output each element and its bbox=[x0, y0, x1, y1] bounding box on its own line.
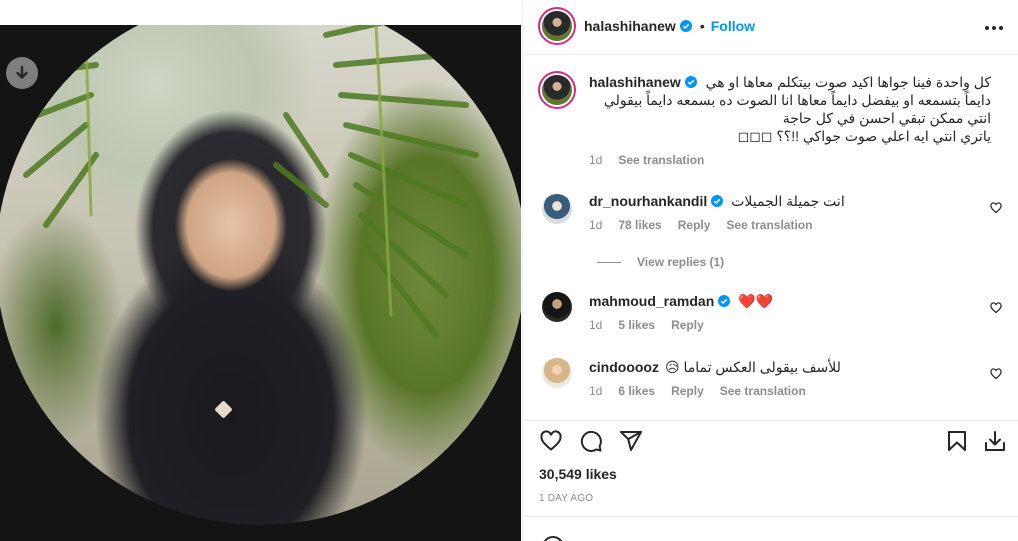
comment-username[interactable]: cindooooz bbox=[589, 358, 659, 376]
author-username[interactable]: halashihanew bbox=[584, 18, 676, 34]
comment-username[interactable]: dr_nourhankandil bbox=[589, 192, 707, 210]
commenter-avatar[interactable] bbox=[542, 292, 572, 322]
likes-count[interactable]: 30,549 likes bbox=[539, 466, 617, 482]
comment-meta: 1d 78 likes Reply See translation bbox=[589, 216, 991, 234]
post-panel: halashihanew • Follow halashihanew كل وا… bbox=[522, 0, 1018, 541]
caption-line-4: ياتري انتي ايه اعلي صوت جواكي !!؟؟ ◻◻◻ bbox=[737, 128, 991, 144]
caption-age: 1d bbox=[589, 153, 603, 167]
download-icon bbox=[16, 65, 28, 79]
comment-text: انت جميلة الجميلات bbox=[731, 193, 845, 209]
post-media[interactable] bbox=[0, 0, 521, 541]
comment-meta: 1d 6 likes Reply See translation bbox=[589, 382, 991, 400]
verified-icon bbox=[679, 20, 692, 32]
comment-like-icon[interactable] bbox=[990, 302, 1002, 314]
follow-button[interactable]: Follow bbox=[711, 18, 755, 34]
comment-age: 1d bbox=[589, 384, 603, 398]
view-replies-label[interactable]: View replies (1) bbox=[637, 255, 724, 269]
comment-like-icon[interactable] bbox=[990, 202, 1002, 214]
comment-text: للأسف بيقولى العكس تماما 😥 bbox=[665, 359, 841, 375]
more-options-button[interactable] bbox=[983, 17, 1005, 39]
comment-like-icon[interactable] bbox=[990, 368, 1002, 380]
reply-button[interactable]: Reply bbox=[678, 216, 711, 234]
download-button[interactable] bbox=[6, 57, 38, 89]
share-icon[interactable] bbox=[619, 429, 643, 453]
verified-icon bbox=[711, 195, 724, 207]
post-photo bbox=[0, 25, 521, 525]
author-avatar[interactable] bbox=[542, 11, 572, 41]
save-download-icon[interactable] bbox=[983, 429, 1007, 453]
verified-icon bbox=[684, 76, 697, 88]
media-frame bbox=[0, 25, 521, 541]
view-replies-button[interactable]: View replies (1) bbox=[597, 255, 724, 269]
comment-likes[interactable]: 5 likes bbox=[618, 316, 655, 334]
separator-dot: • bbox=[699, 18, 705, 34]
bookmark-icon[interactable] bbox=[945, 429, 969, 453]
heart-icon[interactable] bbox=[539, 429, 563, 453]
comment-icon[interactable] bbox=[579, 429, 603, 453]
comment-text: ❤️❤️ bbox=[738, 293, 774, 309]
comment-age: 1d bbox=[589, 318, 603, 332]
caption-avatar[interactable] bbox=[542, 75, 572, 105]
action-bar bbox=[523, 420, 1018, 460]
caption-line-3: انتي ممكن تبقي احسن في كل حاجة bbox=[782, 110, 991, 126]
comment-age: 1d bbox=[589, 218, 603, 232]
caption-line-1: كل واحدة فينا جواها اكيد صوت بيتكلم معاه… bbox=[705, 74, 991, 90]
comment-body: cindooooz للأسف بيقولى العكس تماما 😥 1d … bbox=[589, 358, 991, 400]
comment-username[interactable]: mahmoud_ramdan bbox=[589, 292, 714, 310]
see-translation-button[interactable]: See translation bbox=[618, 151, 704, 169]
comments-section: halashihanew كل واحدة فينا جواها اكيد صو… bbox=[523, 56, 1018, 420]
author-row: halashihanew • Follow bbox=[584, 18, 755, 34]
commenter-avatar[interactable] bbox=[542, 194, 572, 224]
comment-body: dr_nourhankandil انت جميلة الجميلات 1d 7… bbox=[589, 192, 991, 234]
comment-likes[interactable]: 6 likes bbox=[618, 382, 655, 400]
emoji-icon[interactable] bbox=[541, 535, 565, 541]
commenter-avatar[interactable] bbox=[542, 358, 572, 388]
palm-fronds-decoration bbox=[8, 25, 479, 338]
see-translation-button[interactable]: See translation bbox=[726, 216, 812, 234]
reply-button[interactable]: Reply bbox=[671, 316, 704, 334]
reply-button[interactable]: Reply bbox=[671, 382, 704, 400]
comment-body: mahmoud_ramdan ❤️❤️ 1d 5 likes Reply bbox=[589, 292, 991, 334]
caption-body: halashihanew كل واحدة فينا جواها اكيد صو… bbox=[589, 73, 991, 169]
verified-icon bbox=[718, 295, 731, 307]
caption-username[interactable]: halashihanew bbox=[589, 73, 681, 91]
caption-line-2: دايماً بتسمعه او بيفضل دايماً معاها انا … bbox=[603, 92, 991, 108]
more-options-icon bbox=[985, 26, 1003, 30]
caption-meta: 1d See translation bbox=[589, 151, 991, 169]
comment-likes[interactable]: 78 likes bbox=[618, 216, 661, 234]
post-header: halashihanew • Follow bbox=[523, 0, 1018, 55]
see-translation-button[interactable]: See translation bbox=[720, 382, 806, 400]
post-date[interactable]: 1 DAY AGO bbox=[539, 493, 593, 504]
comment-meta: 1d 5 likes Reply bbox=[589, 316, 991, 334]
replies-divider-line bbox=[597, 261, 621, 263]
add-comment-bar bbox=[523, 516, 1018, 541]
